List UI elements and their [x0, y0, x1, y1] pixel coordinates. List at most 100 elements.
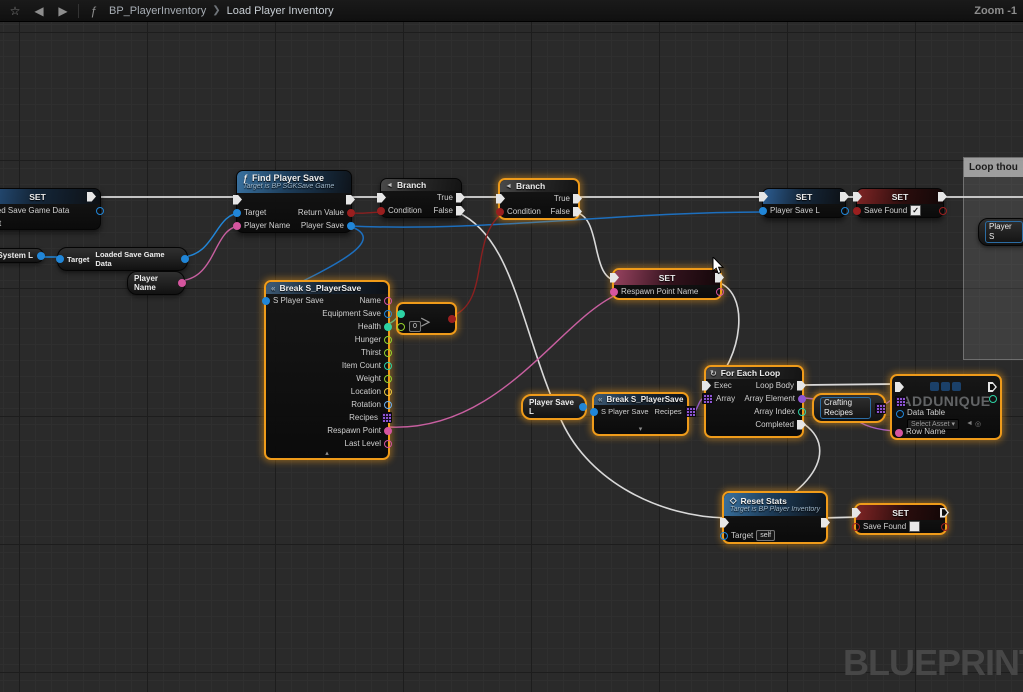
collapse-arrow-icon[interactable]: ▾	[594, 426, 687, 433]
pin-label: Save Found	[863, 522, 906, 531]
node-break-splayersave-1[interactable]: « Break S_PlayerSave S Player Save Name …	[264, 280, 390, 460]
recipes-array-out-pin[interactable]	[381, 412, 392, 423]
use-selected-icon[interactable]: ◄	[966, 420, 973, 427]
exec-in-pin[interactable]	[895, 382, 904, 392]
node-get-player-save-l[interactable]: Player Save L	[521, 394, 587, 420]
input-b-pin[interactable]	[397, 323, 405, 331]
bool-out-pin[interactable]	[448, 315, 456, 323]
index-out-pin[interactable]	[989, 395, 997, 403]
self-default-box[interactable]: self	[756, 530, 775, 541]
node-subtitle: Target is BP Player Inventory	[730, 506, 820, 513]
exec-in-pin[interactable]	[233, 195, 242, 205]
graph-canvas[interactable]	[0, 22, 1023, 692]
comment-title[interactable]: Loop thou	[964, 158, 1023, 177]
data-table-in-pin[interactable]	[896, 410, 904, 418]
condition-in-pin[interactable]	[496, 208, 504, 216]
hunger-out-pin[interactable]	[384, 336, 392, 344]
node-break-splayersave-2[interactable]: « Break S_PlayerSave S Player Save Recip…	[592, 392, 689, 436]
array-out-pin[interactable]	[875, 403, 886, 414]
target-array-in-pin[interactable]	[895, 396, 906, 407]
struct-in-pin[interactable]	[262, 297, 270, 305]
exec-in-pin[interactable]	[377, 193, 386, 203]
array-in-pin[interactable]	[702, 393, 713, 404]
target-in-pin[interactable]	[233, 209, 241, 217]
node-title: SET	[856, 508, 945, 518]
node-get-loaded-save-game-data[interactable]: Target Loaded Save Game Data	[57, 247, 188, 271]
variable-label: Player Save L	[529, 398, 575, 416]
value-out-pin[interactable]	[96, 207, 104, 215]
node-set-respawn-point-name[interactable]: SET Respawn Point Name	[612, 268, 722, 300]
item-count-out-pin[interactable]	[384, 362, 392, 370]
exec-out-pin[interactable]	[988, 382, 997, 392]
recipes-array-out-pin[interactable]	[685, 406, 696, 417]
value-out-pin[interactable]	[841, 207, 849, 215]
health-out-pin[interactable]	[384, 323, 392, 331]
node-for-each-loop[interactable]: ↻ For Each Loop Exec Loop Body Array Arr…	[704, 365, 804, 438]
row-name-in-pin[interactable]	[895, 429, 903, 437]
value-out-pin[interactable]	[939, 207, 947, 215]
value-in-pin[interactable]	[610, 288, 618, 296]
variable-label: Loaded Save Game Data	[95, 250, 178, 268]
value-out-pin[interactable]	[181, 255, 189, 263]
array-element-out-pin[interactable]	[798, 395, 806, 403]
node-get-save-system[interactable]: ve System L	[0, 248, 44, 263]
value-in-pin[interactable]	[852, 523, 860, 531]
struct-in-pin[interactable]	[590, 408, 598, 416]
value-out-pin[interactable]	[716, 288, 724, 296]
node-branch-1[interactable]: ◄ Branch True Condition False	[380, 178, 462, 218]
node-set-save-found-bottom[interactable]: SET Save Found	[854, 503, 947, 535]
value-out-pin[interactable]	[941, 523, 949, 531]
pin-label: Target	[244, 208, 266, 217]
array-index-out-pin[interactable]	[798, 408, 806, 416]
branch-icon: ◄	[386, 182, 393, 189]
object-out-pin[interactable]	[37, 252, 45, 260]
breadcrumb-graph[interactable]: Load Player Inventory	[227, 5, 334, 17]
player-save-out-pin[interactable]	[347, 222, 355, 230]
target-in-pin[interactable]	[720, 532, 728, 540]
node-add-unique[interactable]: ADDUNIQUE Data Table Select Asset ▾ ◄ ◎ …	[890, 374, 1002, 440]
bookmark-icon[interactable]: ☆	[6, 2, 24, 20]
exec-in-pin[interactable]	[720, 518, 729, 528]
comment-box[interactable]: Loop thou	[963, 157, 1023, 360]
node-reset-stats[interactable]: ◇ Reset Stats Target is BP Player Invent…	[722, 491, 828, 544]
breadcrumb-blueprint[interactable]: BP_PlayerInventory	[109, 5, 206, 17]
exec-in-pin[interactable]	[702, 381, 711, 391]
condition-in-pin[interactable]	[377, 207, 385, 215]
node-branch-2[interactable]: ◄ Branch True Condition False	[498, 178, 580, 220]
rotation-out-pin[interactable]	[384, 401, 392, 409]
node-get-player-name[interactable]: Player Name	[127, 271, 185, 295]
player-name-in-pin[interactable]	[233, 222, 241, 230]
value-in-pin[interactable]	[853, 207, 861, 215]
bool-checkbox[interactable]	[909, 521, 920, 532]
weight-out-pin[interactable]	[384, 375, 392, 383]
bool-checkbox[interactable]: ✓	[910, 205, 921, 216]
name-out-pin[interactable]	[178, 279, 186, 287]
value-in-pin[interactable]	[759, 207, 767, 215]
node-find-player-save[interactable]: ƒ Find Player Save Target is BP SGKSave …	[236, 170, 352, 233]
pin-label: Recipes	[655, 407, 682, 416]
name-out-pin[interactable]	[384, 297, 392, 305]
respawn-point-out-pin[interactable]	[384, 427, 392, 435]
node-set-loaded-save-game-data[interactable]: SET Loaded Save Game Data Target	[0, 188, 101, 230]
browse-asset-icon[interactable]: ◎	[975, 420, 981, 428]
mouse-cursor	[712, 257, 726, 276]
return-value-out-pin[interactable]	[347, 209, 355, 217]
collapse-arrow-icon[interactable]: ▴	[266, 450, 388, 457]
back-icon[interactable]: ◀	[30, 2, 48, 20]
location-out-pin[interactable]	[384, 388, 392, 396]
equipment-save-out-pin[interactable]	[384, 310, 392, 318]
thirst-out-pin[interactable]	[384, 349, 392, 357]
object-out-pin[interactable]	[579, 403, 587, 411]
forward-icon[interactable]: ▶	[54, 2, 72, 20]
pin-label: Equipment Save	[322, 309, 381, 318]
target-in-pin[interactable]	[56, 255, 64, 263]
input-a-pin[interactable]	[397, 310, 405, 318]
node-get-crafting-recipes[interactable]: Crafting Recipes	[812, 393, 886, 423]
node-greater-than[interactable]: 0 ＞	[396, 302, 457, 335]
last-level-out-pin[interactable]	[384, 440, 392, 448]
exec-in-pin[interactable]	[496, 194, 505, 204]
node-get-player-save-right[interactable]: Player S	[978, 218, 1023, 246]
variable-label: ve System L	[0, 251, 33, 260]
node-set-save-found-top[interactable]: SET Save Found ✓	[856, 188, 944, 218]
node-set-player-save-l[interactable]: SET Player Save L	[762, 188, 846, 218]
